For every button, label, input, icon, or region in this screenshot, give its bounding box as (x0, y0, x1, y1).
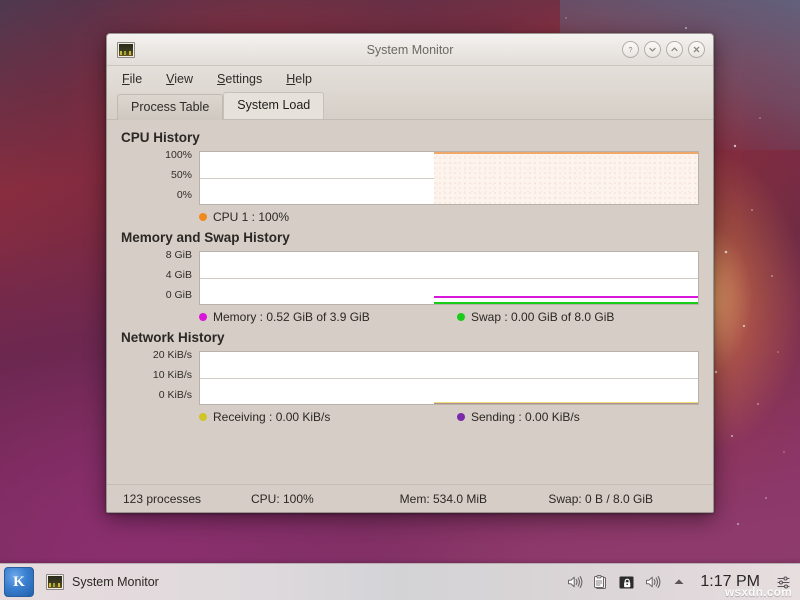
receiving-legend-label: Receiving : 0.00 KiB/s (213, 410, 330, 424)
memory-gridline-4gib (200, 278, 698, 279)
cpu1-color-dot (199, 213, 207, 221)
tab-system-load[interactable]: System Load (223, 92, 324, 119)
menu-view[interactable]: View (165, 70, 194, 88)
panel-settings-icon[interactable] (775, 574, 792, 591)
network-legend-item-sending: Sending : 0.00 KiB/s (457, 410, 580, 424)
sending-legend-label: Sending : 0.00 KiB/s (471, 410, 580, 424)
cpu-series-line (434, 152, 698, 154)
menu-help[interactable]: Help (285, 70, 313, 88)
window-controls: ? (622, 41, 705, 58)
network-legend: Receiving : 0.00 KiB/s Sending : 0.00 Ki… (121, 410, 699, 424)
memory-y-tick-0: 0 GiB (166, 290, 192, 301)
cpu-y-axis: 100% 50% 0% (121, 151, 199, 205)
memory-color-dot (199, 313, 207, 321)
network-legend-item-receiving: Receiving : 0.00 KiB/s (199, 410, 457, 424)
sending-color-dot (457, 413, 465, 421)
memory-legend: Memory : 0.52 GiB of 3.9 GiB Swap : 0.00… (121, 310, 699, 324)
cpu-series-fill (434, 152, 698, 204)
taskbar-item-system-monitor[interactable]: System Monitor (46, 574, 159, 590)
close-button[interactable] (688, 41, 705, 58)
memory-legend-item-swap: Swap : 0.00 GiB of 8.0 GiB (457, 310, 614, 324)
maximize-button[interactable] (666, 41, 683, 58)
status-processes: 123 processes (123, 492, 251, 506)
system-monitor-window[interactable]: System Monitor ? File View Settings (106, 33, 714, 513)
volume-icon-2[interactable] (644, 574, 661, 591)
show-hidden-arrow-icon[interactable] (670, 574, 687, 591)
network-history-title: Network History (121, 330, 699, 345)
menu-file[interactable]: File (121, 70, 143, 88)
cpu-history-plot[interactable] (199, 151, 699, 205)
svg-text:?: ? (629, 45, 633, 54)
cpu-history-section: CPU History 100% 50% 0% (121, 130, 699, 224)
menu-settings[interactable]: Settings (216, 70, 263, 88)
tab-process-table[interactable]: Process Table (117, 94, 223, 120)
memory-y-tick-4: 4 GiB (166, 270, 192, 281)
memory-y-tick-8: 8 GiB (166, 250, 192, 261)
network-history-section: Network History 20 KiB/s 10 KiB/s 0 KiB/… (121, 330, 699, 424)
system-tray: 1:17 PM (566, 573, 800, 591)
status-swap: Swap: 0 B / 8.0 GiB (548, 492, 697, 506)
cpu1-legend-label: CPU 1 : 100% (213, 210, 289, 224)
memory-history-plot[interactable] (199, 251, 699, 305)
memory-history-section: Memory and Swap History 8 GiB 4 GiB 0 Gi… (121, 230, 699, 324)
cpu-y-tick-50: 50% (171, 170, 192, 181)
network-y-axis: 20 KiB/s 10 KiB/s 0 KiB/s (121, 351, 199, 405)
cpu-y-tick-0: 0% (177, 190, 192, 201)
memory-y-axis: 8 GiB 4 GiB 0 GiB (121, 251, 199, 305)
memory-legend-label: Memory : 0.52 GiB of 3.9 GiB (213, 310, 370, 324)
cpu-history-title: CPU History (121, 130, 699, 145)
taskbar-panel: K System Monitor (0, 563, 800, 600)
cpu-legend: CPU 1 : 100% (121, 210, 699, 224)
network-y-tick-0: 0 KiB/s (159, 390, 192, 401)
monitor-icon (46, 574, 64, 590)
network-y-tick-20: 20 KiB/s (153, 350, 192, 361)
clock[interactable]: 1:17 PM (700, 573, 760, 591)
clipboard-icon[interactable] (592, 574, 609, 591)
swap-series-line (434, 302, 698, 304)
wallet-lock-icon[interactable] (618, 574, 635, 591)
network-history-plot[interactable] (199, 351, 699, 405)
swap-color-dot (457, 313, 465, 321)
taskbar-item-label: System Monitor (72, 575, 159, 589)
receiving-color-dot (199, 413, 207, 421)
monitor-icon (117, 42, 135, 58)
status-cpu: CPU: 100% (251, 492, 400, 506)
volume-icon[interactable] (566, 574, 583, 591)
network-gridline-10 (200, 378, 698, 379)
menubar: File View Settings Help (107, 66, 713, 92)
window-titlebar[interactable]: System Monitor ? (107, 34, 713, 66)
memory-legend-item-memory: Memory : 0.52 GiB of 3.9 GiB (199, 310, 457, 324)
swap-legend-label: Swap : 0.00 GiB of 8.0 GiB (471, 310, 614, 324)
statusbar: 123 processes CPU: 100% Mem: 534.0 MiB S… (107, 484, 713, 512)
cpu-legend-item-cpu1: CPU 1 : 100% (199, 210, 289, 224)
network-y-tick-10: 10 KiB/s (153, 370, 192, 381)
memory-history-title: Memory and Swap History (121, 230, 699, 245)
minimize-button[interactable] (644, 41, 661, 58)
cpu-y-tick-100: 100% (165, 150, 192, 161)
status-mem: Mem: 534.0 MiB (400, 492, 549, 506)
tabbar: Process Table System Load (107, 92, 713, 120)
system-load-content: CPU History 100% 50% 0% (107, 120, 713, 484)
desktop[interactable]: System Monitor ? File View Settings (0, 0, 800, 600)
help-button[interactable]: ? (622, 41, 639, 58)
kde-launcher-icon[interactable]: K (4, 567, 34, 597)
sending-series-line (434, 403, 698, 404)
memory-series-line (434, 296, 698, 298)
